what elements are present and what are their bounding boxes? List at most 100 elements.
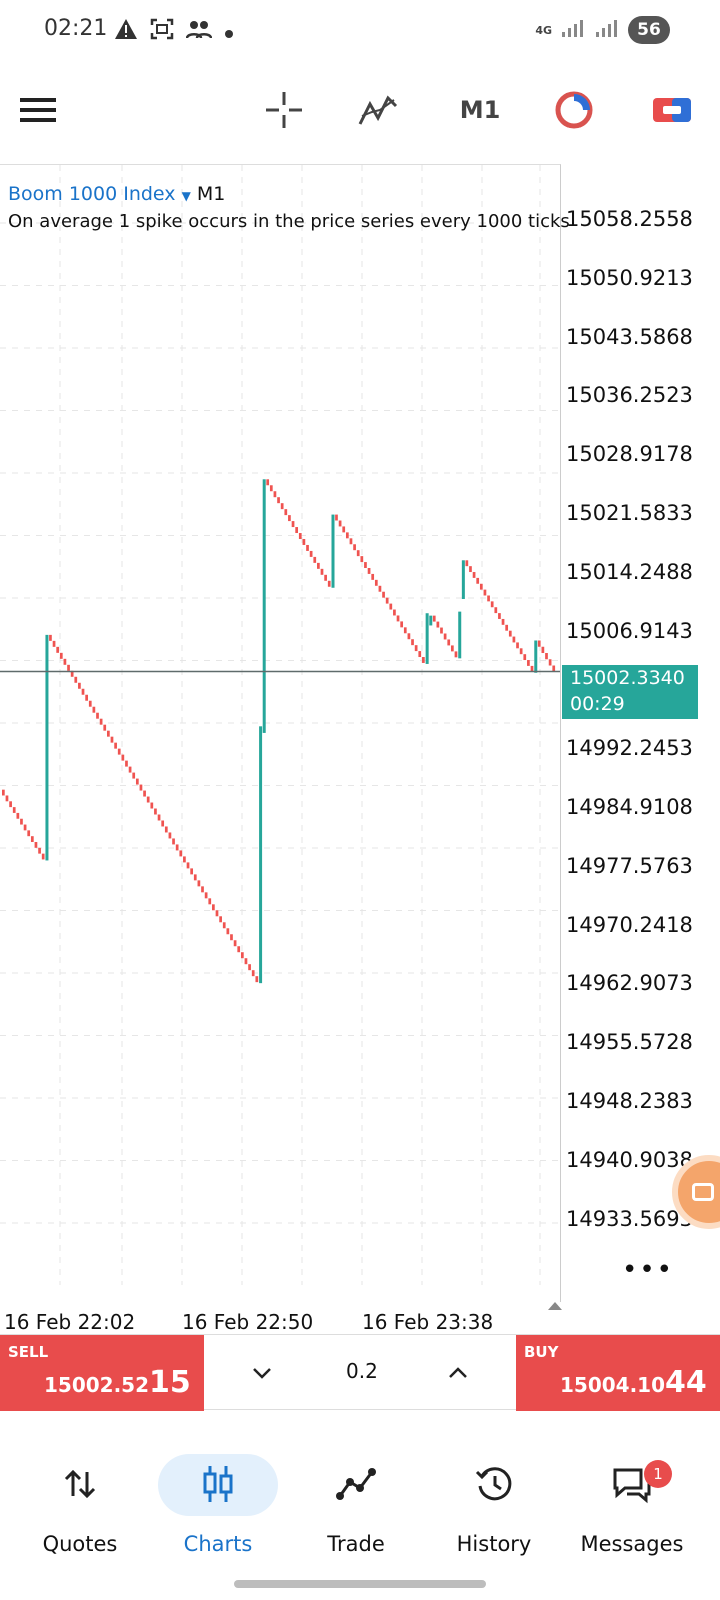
app-root: 02:21 4G 56 M1 Boom 1000 Index ▼ M1 On a… <box>0 0 720 1600</box>
buy-label: BUY <box>524 1343 559 1361</box>
bear-candle <box>183 856 186 863</box>
bear-candle <box>248 964 251 971</box>
nav-quotes-label: Quotes <box>42 1532 118 1556</box>
price-axis-label: 14940.9038 <box>566 1147 693 1172</box>
buy-price-pips: 44 <box>665 1365 707 1400</box>
bear-candle <box>450 645 454 652</box>
trade-ticket-icon[interactable] <box>650 88 694 132</box>
chart-area[interactable] <box>0 164 561 1302</box>
price-axis-label: 14977.5763 <box>566 853 693 878</box>
nav-messages[interactable]: 1 Messages <box>562 1434 702 1556</box>
menu-icon[interactable] <box>18 88 58 132</box>
bear-candle <box>490 601 494 608</box>
symbol-description: On average 1 spike occurs in the price s… <box>8 211 570 232</box>
buy-price: 15004.1044 <box>560 1365 707 1400</box>
bear-candle <box>508 630 512 637</box>
sell-price-main: 15002.52 <box>44 1373 150 1397</box>
floating-window-icon <box>692 1183 714 1201</box>
price-axis-label: 15050.9213 <box>566 265 693 290</box>
bear-candle <box>226 928 230 935</box>
price-axis-label: 15043.5868 <box>566 324 693 349</box>
bull-candle <box>461 560 465 599</box>
bear-candle <box>175 844 179 851</box>
trade-icon <box>286 1458 426 1510</box>
bear-candle <box>99 718 103 725</box>
current-price-box: 15002.3340 00:29 <box>562 665 698 719</box>
price-axis-label: 14933.5693 <box>566 1206 693 1231</box>
bear-candle <box>548 659 552 666</box>
nav-history-label: History <box>456 1532 532 1556</box>
bear-candle <box>360 556 364 563</box>
bear-candle <box>193 874 197 881</box>
bull-candle <box>262 479 266 733</box>
bear-candle <box>168 832 172 839</box>
bear-candle <box>88 700 92 707</box>
bull-candle <box>331 514 335 588</box>
bear-candle <box>393 609 396 616</box>
sell-button[interactable]: SELL 15002.5215 <box>0 1335 204 1411</box>
bear-candle <box>179 850 183 857</box>
bear-candle <box>407 633 411 640</box>
bear-candle <box>154 808 157 815</box>
bear-candle <box>212 904 215 911</box>
one-click-trading-bar: SELL 15002.5215 0.2 BUY 15004.1044 <box>0 1334 720 1411</box>
bear-candle <box>295 527 299 534</box>
nav-trade[interactable]: Trade <box>286 1434 426 1556</box>
bear-candle <box>545 653 548 660</box>
scan-icon <box>150 18 174 45</box>
bear-candle <box>244 958 248 965</box>
chart-symbol-title[interactable]: Boom 1000 Index ▼ M1 <box>8 183 225 205</box>
bear-candle <box>190 868 194 875</box>
volume-value[interactable]: 0.2 <box>346 1359 378 1383</box>
bar-countdown: 00:29 <box>570 693 625 715</box>
price-axis-label: 15006.9143 <box>566 618 693 643</box>
bear-candle <box>215 910 219 917</box>
time-axis-scroll-icon[interactable] <box>548 1295 562 1314</box>
time-axis-label: 16 Feb 22:50 <box>182 1310 314 1334</box>
bear-candle <box>367 567 371 574</box>
volume-decrease-button[interactable] <box>244 1355 280 1391</box>
buy-button[interactable]: BUY 15004.1044 <box>516 1335 720 1411</box>
bear-candle <box>516 642 519 649</box>
indicators-icon[interactable] <box>356 88 400 132</box>
nav-history[interactable]: History <box>424 1434 564 1556</box>
bear-candle <box>317 562 320 569</box>
bear-candle <box>364 562 367 568</box>
bear-candle <box>59 652 63 659</box>
timer-icon[interactable] <box>552 88 596 132</box>
bear-candle <box>422 657 425 663</box>
volume-increase-button[interactable] <box>440 1355 476 1391</box>
dropdown-arrow-icon[interactable]: ▼ <box>182 189 191 203</box>
crosshair-icon[interactable] <box>262 88 306 132</box>
price-axis-label: 14970.2418 <box>566 912 693 937</box>
bear-candle <box>146 796 150 803</box>
sell-price: 15002.5215 <box>44 1365 191 1400</box>
bear-candle <box>324 574 327 581</box>
bear-candle <box>208 898 212 905</box>
messages-badge: 1 <box>644 1460 672 1488</box>
bear-candle <box>125 760 128 767</box>
timeframe-button[interactable]: M1 <box>452 88 508 132</box>
bear-candle <box>501 618 505 625</box>
bear-candle <box>132 772 136 779</box>
price-axis-label: 15058.2558 <box>566 207 693 231</box>
bear-candle <box>255 976 259 983</box>
price-chart[interactable] <box>0 165 560 1303</box>
bear-candle <box>537 640 541 647</box>
bear-candle <box>512 636 516 643</box>
nav-charts-label: Charts <box>183 1532 253 1556</box>
bull-candle <box>458 611 462 659</box>
bear-candle <box>197 880 201 887</box>
nav-charts[interactable]: Charts <box>148 1434 288 1556</box>
nav-quotes[interactable]: Quotes <box>10 1434 150 1556</box>
status-icons <box>114 18 234 45</box>
bear-candle <box>385 597 389 604</box>
symbol-name[interactable]: Boom 1000 Index <box>8 183 176 205</box>
bear-candle <box>436 621 440 628</box>
price-axis-label: 15036.2523 <box>566 383 693 408</box>
signal-icon <box>560 17 586 43</box>
home-indicator[interactable] <box>234 1580 486 1588</box>
warning-icon <box>114 18 138 45</box>
more-options-icon[interactable]: ••• <box>622 1255 674 1285</box>
bear-candle <box>345 532 349 539</box>
